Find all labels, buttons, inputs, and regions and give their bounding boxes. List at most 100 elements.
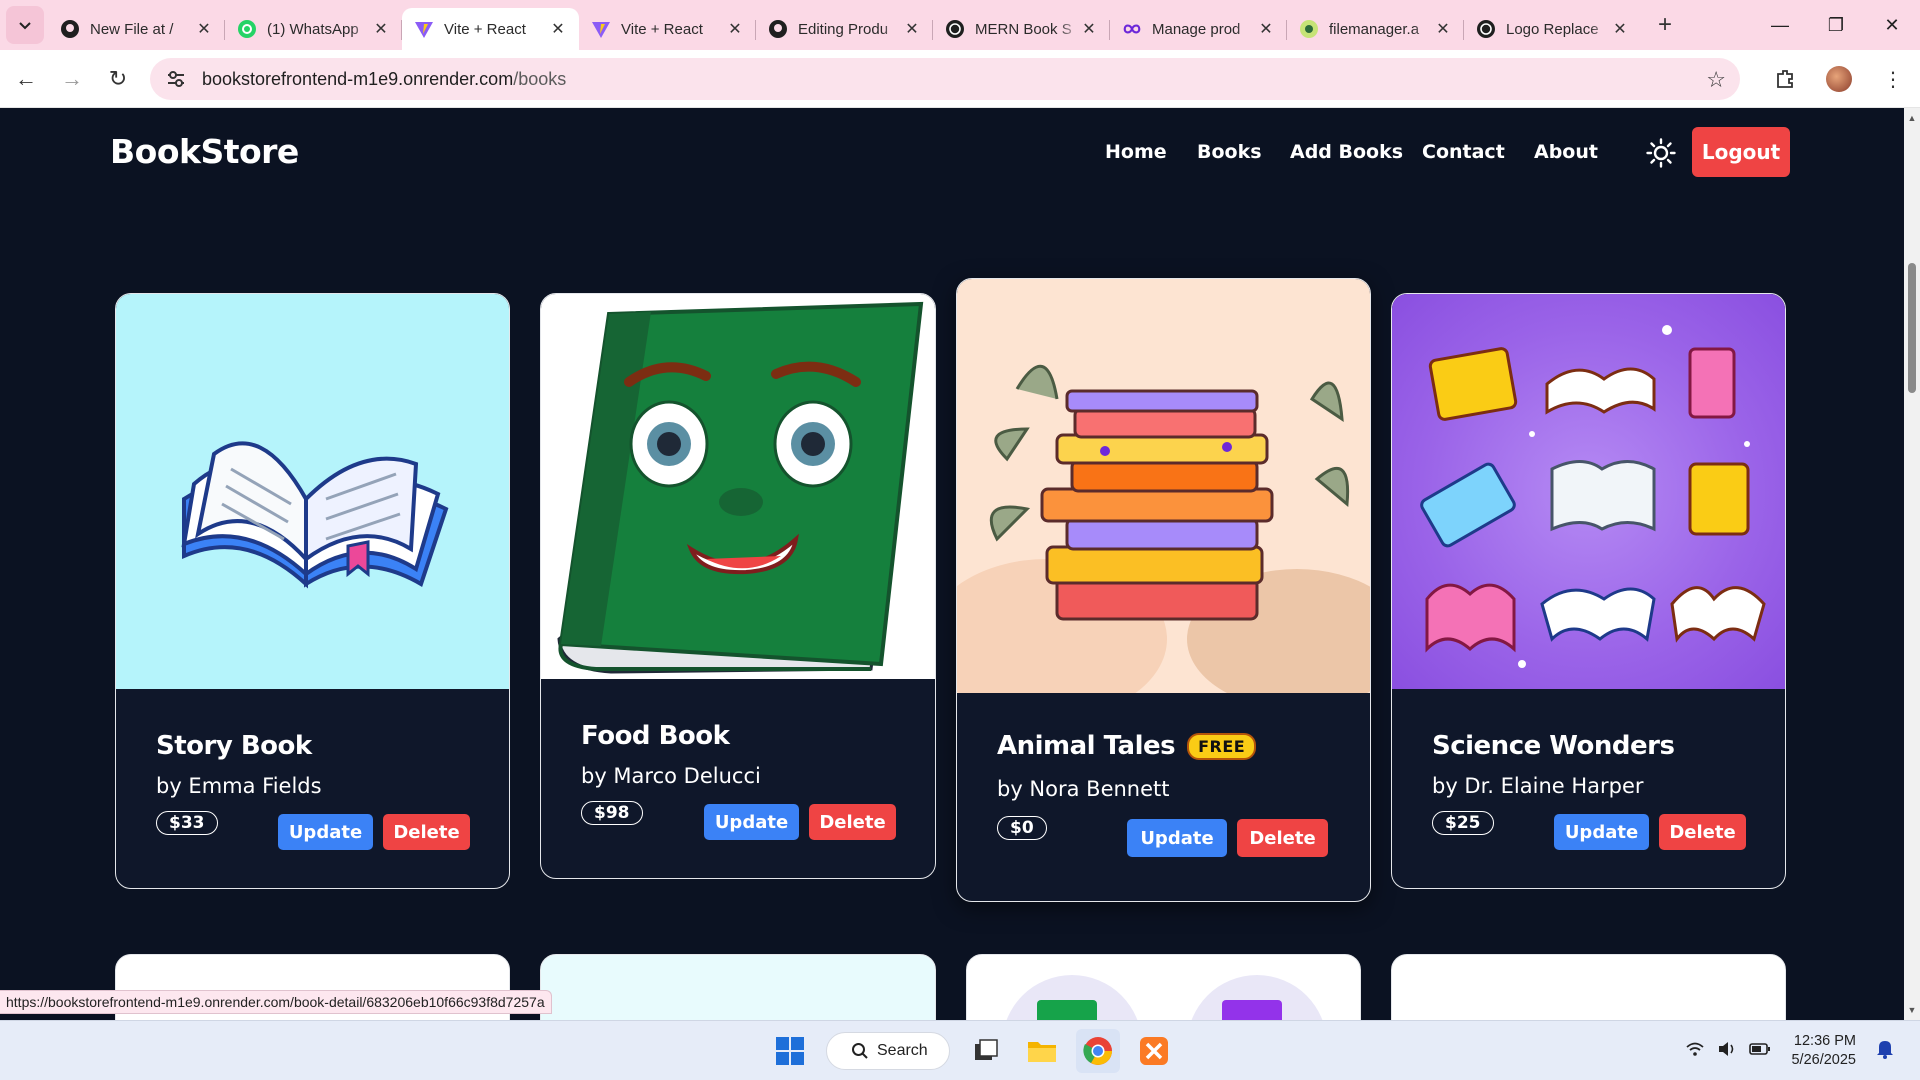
browser-tab[interactable]: New File at / ✕	[48, 8, 225, 50]
browser-tab[interactable]: Logo Replace ✕	[1464, 8, 1641, 50]
browser-tab[interactable]: Vite + React ✕	[579, 8, 756, 50]
forward-button[interactable]: →	[52, 59, 92, 99]
update-button[interactable]: Update	[278, 814, 373, 850]
theme-toggle-sun-icon[interactable]	[1646, 138, 1676, 168]
book-price: $33	[156, 811, 218, 835]
back-button[interactable]: ←	[6, 59, 46, 99]
whatsapp-icon	[237, 19, 257, 39]
delete-button[interactable]: Delete	[1237, 819, 1328, 857]
book-card-partial[interactable]	[966, 954, 1361, 1020]
browser-tab[interactable]: MERN Book S ✕	[933, 8, 1110, 50]
update-button[interactable]: Update	[1127, 819, 1227, 857]
book-card-partial[interactable]	[540, 954, 936, 1020]
book-stack-illustration	[957, 365, 1370, 693]
scroll-up-arrow-icon[interactable]: ▲	[1904, 110, 1920, 126]
browser-tab[interactable]: Editing Produ ✕	[756, 8, 933, 50]
profile-avatar[interactable]	[1826, 66, 1852, 92]
book-price: $0	[997, 816, 1047, 840]
close-icon[interactable]: ✕	[195, 19, 213, 39]
notification-bell-icon[interactable]	[1876, 1039, 1894, 1064]
windows-start-icon[interactable]	[768, 1029, 812, 1073]
browser-tab[interactable]: filemanager.a ✕	[1287, 8, 1464, 50]
book-author: by Dr. Elaine Harper	[1432, 774, 1644, 798]
tab-title: Logo Replace	[1506, 20, 1599, 38]
browser-tab[interactable]: Manage prod ✕	[1110, 8, 1287, 50]
battery-icon[interactable]	[1749, 1041, 1771, 1061]
nav-home[interactable]: Home	[1105, 141, 1167, 163]
close-icon[interactable]: ✕	[372, 19, 390, 39]
book-author: by Emma Fields	[156, 774, 322, 798]
close-icon[interactable]: ✕	[1611, 19, 1629, 39]
bookmark-star-icon[interactable]: ☆	[1706, 67, 1726, 93]
book-card[interactable]: Story Book by Emma Fields $33 Update Del…	[115, 293, 510, 889]
nav-books[interactable]: Books	[1197, 141, 1262, 163]
update-button[interactable]: Update	[1554, 814, 1649, 850]
book-cover-image[interactable]	[957, 279, 1370, 693]
page-viewport: Story Book by Emma Fields $33 Update Del…	[0, 108, 1904, 1020]
clock-date: 5/26/2025	[1791, 1052, 1856, 1068]
book-card[interactable]: Food Book by Marco Delucci $98 Update De…	[540, 293, 936, 879]
close-icon[interactable]: ✕	[1080, 19, 1098, 39]
address-bar[interactable]: bookstorefrontend-m1e9.onrender.com/book…	[150, 58, 1740, 100]
site-logo[interactable]: BookStore	[110, 132, 299, 171]
reload-button[interactable]: ↻	[98, 59, 138, 99]
nav-contact[interactable]: Contact	[1422, 141, 1505, 163]
extensions-icon[interactable]	[1758, 68, 1812, 90]
system-tray: 12:36 PM 5/26/2025	[1679, 1029, 1900, 1073]
close-icon[interactable]: ✕	[1434, 19, 1452, 39]
book-cover-image	[1006, 975, 1323, 1020]
task-view-icon[interactable]	[964, 1029, 1008, 1073]
book-author: by Marco Delucci	[581, 764, 761, 788]
scrollbar-thumb[interactable]	[1908, 263, 1916, 393]
clock[interactable]: 12:36 PM 5/26/2025	[1791, 1032, 1856, 1070]
chrome-icon[interactable]	[1076, 1029, 1120, 1073]
update-button[interactable]: Update	[704, 804, 799, 840]
scroll-down-arrow-icon[interactable]: ▼	[1904, 1002, 1920, 1018]
minimize-button[interactable]: —	[1752, 0, 1808, 50]
close-icon[interactable]: ✕	[549, 19, 567, 39]
book-card-partial[interactable]	[1391, 954, 1786, 1020]
chevron-down-icon	[19, 22, 31, 30]
delete-button[interactable]: Delete	[383, 814, 470, 850]
browser-tab[interactable]: (1) WhatsApp ✕	[225, 8, 402, 50]
wifi-icon[interactable]	[1685, 1041, 1705, 1062]
browser-tab-active[interactable]: Vite + React ✕	[402, 8, 579, 50]
logout-button[interactable]: Logout	[1692, 127, 1790, 177]
close-icon[interactable]: ✕	[1257, 19, 1275, 39]
github-icon	[768, 19, 788, 39]
page-scrollbar[interactable]: ▲ ▼	[1904, 108, 1920, 1020]
site-info-icon[interactable]	[156, 70, 196, 88]
delete-button[interactable]: Delete	[809, 804, 896, 840]
book-title: Story Book	[156, 731, 312, 761]
windows-taskbar: Search 12:36 PM 5/26/2025	[0, 1020, 1920, 1080]
close-icon[interactable]: ✕	[903, 19, 921, 39]
book-cover-image[interactable]	[116, 294, 509, 689]
volume-icon[interactable]	[1717, 1041, 1737, 1062]
book-cover-image[interactable]	[541, 294, 935, 679]
nav-add-books[interactable]: Add Books	[1290, 141, 1403, 163]
book-cover-image[interactable]	[1392, 294, 1785, 689]
open-book-illustration	[181, 441, 449, 589]
books-pattern-illustration	[1420, 325, 1766, 668]
book-card[interactable]: Science Wonders by Dr. Elaine Harper $25…	[1391, 293, 1786, 889]
vite-icon	[414, 19, 434, 39]
nav-about[interactable]: About	[1534, 141, 1598, 163]
site-header: BookStore Home Books Add Books Contact A…	[0, 108, 1904, 196]
tab-title: Editing Produ	[798, 20, 889, 38]
delete-button[interactable]: Delete	[1659, 814, 1746, 850]
tab-search-dropdown[interactable]	[6, 6, 44, 44]
close-window-button[interactable]: ✕	[1864, 0, 1920, 50]
window-controls: — ❐ ✕	[1752, 0, 1920, 50]
close-icon[interactable]: ✕	[726, 19, 744, 39]
openai-icon	[945, 19, 965, 39]
menu-kebab-icon[interactable]: ⋮	[1866, 67, 1920, 92]
new-tab-button[interactable]: +	[1647, 7, 1683, 43]
book-price: $98	[581, 801, 643, 825]
xampp-icon[interactable]	[1132, 1029, 1176, 1073]
tab-title: Vite + React	[444, 20, 526, 38]
restore-button[interactable]: ❐	[1808, 0, 1864, 50]
file-explorer-icon[interactable]	[1020, 1029, 1064, 1073]
taskbar-search[interactable]: Search	[826, 1032, 950, 1070]
book-card-hovered[interactable]: Animal Tales FREE by Nora Bennett $0 Upd…	[956, 278, 1371, 902]
book-title: Science Wonders	[1432, 731, 1675, 761]
